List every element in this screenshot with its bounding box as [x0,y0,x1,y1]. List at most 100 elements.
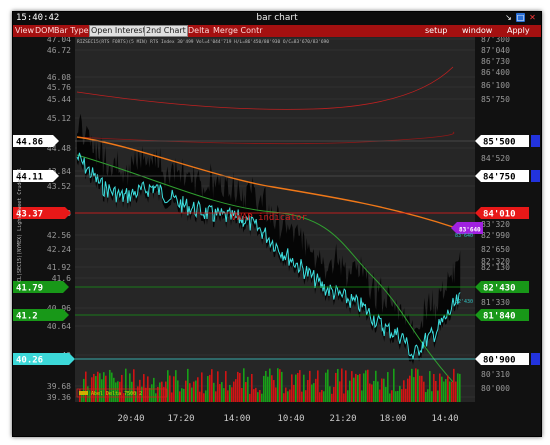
time-tick-label: 14:40 [431,414,458,424]
volume-bar [427,389,429,402]
chart-svg[interactable]: 47.0446.7246.0845.7645.4445.1244.4843.84… [13,35,541,436]
volume-bar [267,376,269,402]
menu-view[interactable]: View [15,25,34,37]
menu-window[interactable]: window [462,25,492,37]
right-tick-label: 86'100 [481,81,510,90]
volume-bar [393,368,395,402]
right-tick-label: 84'520 [481,154,510,163]
left-tick-label: 46.72 [47,46,71,55]
volume-bar [385,386,387,402]
volume-bar [455,381,457,402]
restore-icon[interactable]: □ [516,13,525,22]
menu-dom[interactable]: DOM [35,25,54,37]
volume-bar [331,393,333,402]
volume-bar [341,368,343,402]
tag-marker [531,353,540,365]
volume-bar [383,378,385,402]
right-tick-label: 82'990 [481,231,510,240]
volume-bar [363,373,365,402]
volume-bar [279,369,281,402]
window-title: bar chart [256,13,298,23]
volume-bar [149,387,151,402]
volume-bar [111,372,113,402]
pin-icon[interactable]: ↘ [504,13,513,22]
volume-color-swatch [79,391,88,395]
volume-bar [329,386,331,402]
volume-bar [151,384,153,402]
volume-bar [355,373,357,402]
volume-label: Abel Delta 7500 2 [91,391,142,397]
volume-bar [343,393,345,402]
volume-bar [439,373,441,402]
volume-bar [213,382,215,402]
volume-bar [459,373,461,402]
volume-bar [429,371,431,402]
volume-bar [357,375,359,402]
right-tick-label: 80'310 [481,370,510,379]
volume-bar [245,382,247,402]
volume-bar [423,381,425,402]
volume-bar [197,377,199,402]
volume-bar [321,389,323,402]
volume-bar [121,374,123,402]
volume-bar [273,380,275,402]
volume-bar [211,369,213,402]
volume-bar [417,369,419,402]
volume-bar [451,381,453,402]
volume-bar [243,368,245,402]
time-tick-label: 14:00 [223,414,250,424]
volume-bar [377,381,379,402]
volume-bar [415,368,417,402]
volume-bar [249,393,251,402]
volume-bar [299,370,301,402]
menu-open-interest[interactable]: Open Interest [89,25,148,37]
time-tick-label: 17:20 [167,414,194,424]
volume-bar [187,368,189,402]
time-tick-label: 20:40 [117,414,144,424]
menu-merge-contr[interactable]: Merge Contr [213,25,263,37]
menu-2nd-chart[interactable]: 2nd Chart [144,25,188,37]
left-price-tag-text: 41.79 [16,284,43,294]
volume-bar [333,386,335,402]
menu-delta[interactable]: Delta [188,25,209,37]
menu-setup[interactable]: setup [425,25,447,37]
right-tick-label: 86'730 [481,57,510,66]
volume-bar [367,369,369,402]
volume-bar [441,376,443,402]
volume-bar [145,387,147,402]
volume-bar [361,390,363,402]
close-icon[interactable]: ✕ [528,13,537,22]
menu-bar-type[interactable]: Bar Type [54,25,89,37]
right-tick-label: 83'320 [481,220,510,229]
right-tick-label: 82'130 [481,263,510,272]
volume-bar [365,370,367,402]
volume-bar [229,384,231,402]
volume-bar [375,370,377,402]
volume-bar [263,375,265,402]
volume-bar [327,369,329,402]
volume-bar [457,373,459,402]
volume-bar [283,393,285,402]
tag-marker [531,170,540,182]
volume-bar [369,383,371,402]
volume-bar [91,377,93,402]
plot-area[interactable]: 47.04 46.72 46.08 45.76 45.44 45.12 44.48 43.84… [13,35,541,436]
volume-bar [93,373,95,402]
volume-bar [409,375,411,402]
volume-bar [113,377,115,402]
volume-bar [351,371,353,402]
small-label-2: 82'430 [455,299,473,305]
left-axis-label: CL(SEC15)(NYMEX) Light Sweet Crude Oil [17,168,23,282]
left-tick-label: 45.12 [47,114,71,123]
vwap-indicator-label: VWAP indicator [231,213,307,223]
volume-bar [207,376,209,402]
volume-bar [189,383,191,402]
title-bar: 15:40:42 bar chart ↘ □ ✕ [13,12,541,25]
volume-bar [99,373,101,402]
time-tick-label: 18:00 [379,414,406,424]
volume-bar [453,368,455,402]
volume-bar [231,387,233,402]
volume-bar [297,372,299,402]
volume-bar [317,370,319,402]
menu-apply[interactable]: Apply [507,25,530,37]
